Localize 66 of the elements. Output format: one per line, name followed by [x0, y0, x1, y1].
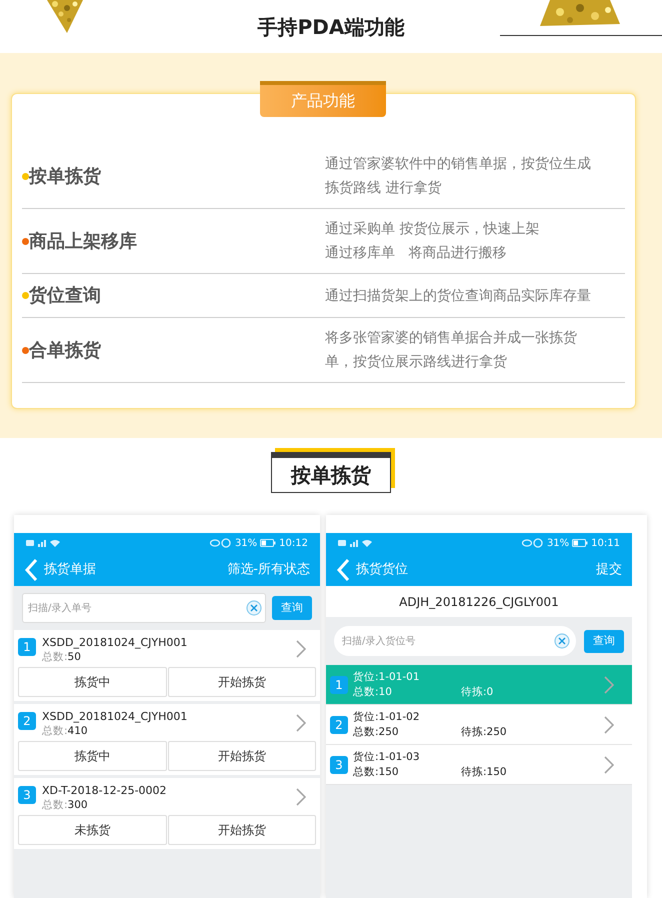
start-picking-button[interactable]: 开始拣货	[168, 667, 316, 697]
status-field: 拣货中	[18, 667, 166, 697]
section-title: 按单拣货	[271, 452, 391, 493]
clear-icon[interactable]	[554, 633, 570, 649]
chevron-right-icon[interactable]	[296, 714, 306, 732]
feature-title: 商品上架移库	[29, 230, 137, 254]
glitter-triangle-drawing	[47, 0, 83, 33]
eye-alarm-icon	[210, 538, 232, 548]
clock-time: 10:12	[279, 536, 308, 550]
total-value: 410	[68, 725, 88, 737]
status-field: 拣货中	[18, 741, 166, 771]
battery-icon	[260, 539, 276, 547]
location-label: 货位:1-01-03	[353, 750, 420, 764]
feature-description: 将多张管家婆的销售单据合并成一张拣货 单，按货位展示路线进行拿货	[325, 329, 578, 372]
battery-icon	[572, 539, 588, 547]
chevron-right-icon[interactable]	[296, 788, 306, 806]
total-label: 总数:	[42, 725, 68, 737]
section-badge: 产品功能	[260, 85, 386, 117]
feature-title: 合单拣货	[29, 338, 101, 362]
total-value: 50	[68, 651, 81, 663]
order-code: XD-T-2018-12-25-0002	[42, 783, 168, 798]
pending-label: 待拣:0	[461, 684, 494, 700]
back-icon[interactable]	[336, 558, 350, 582]
total-label: 总数:	[42, 799, 68, 811]
signal-wifi-icon	[338, 538, 372, 548]
start-picking-button[interactable]: 开始拣货	[168, 815, 316, 845]
index-badge: 1	[18, 638, 36, 656]
pending-label: 待拣:250	[461, 724, 507, 740]
chevron-right-icon[interactable]	[604, 716, 614, 734]
location-label: 货位:1-01-02	[353, 710, 420, 724]
index-badge: 1	[330, 676, 348, 694]
total-label: 总数:250	[353, 724, 400, 740]
battery-percent: 31%	[234, 536, 258, 550]
back-icon[interactable]	[24, 558, 38, 582]
order-code: XSDD_20181024_CJYH001	[42, 635, 188, 650]
pending-label: 待拣:150	[461, 764, 507, 780]
eye-alarm-icon	[522, 538, 544, 548]
page-title: 手持PDA端功能	[258, 16, 404, 36]
clear-icon[interactable]	[246, 600, 262, 616]
index-badge: 3	[18, 786, 36, 804]
index-badge: 2	[330, 716, 348, 734]
feature-title: 货位查询	[29, 284, 101, 308]
chevron-right-icon[interactable]	[296, 640, 306, 658]
feature-description: 通过采购单 按货位展示，快速上架 通过移库单 将商品进行搬移	[325, 220, 540, 263]
total-value: 300	[68, 799, 88, 811]
feature-description: 通过扫描货架上的货位查询商品实际库存量	[325, 286, 592, 306]
start-picking-button[interactable]: 开始拣货	[168, 741, 316, 771]
status-field: 未拣货	[18, 815, 166, 845]
battery-percent: 31%	[546, 536, 570, 550]
screen-title: 拣货货位	[356, 560, 408, 579]
index-badge: 3	[330, 756, 348, 774]
index-badge: 2	[18, 712, 36, 730]
screen-title: 拣货单据	[44, 560, 96, 579]
search-field[interactable]: 扫描/录入单号	[22, 593, 266, 623]
total-label: 总数:	[42, 651, 68, 663]
search-field[interactable]: 扫描/录入货位号	[334, 626, 576, 656]
total-label: 总数:150	[353, 764, 400, 780]
location-label: 货位:1-01-01	[353, 670, 420, 684]
total-label: 总数:10	[353, 684, 393, 700]
chevron-right-icon[interactable]	[604, 756, 614, 774]
feature-title: 按单拣货	[29, 164, 101, 188]
signal-wifi-icon	[26, 538, 60, 548]
order-code: XSDD_20181024_CJYH001	[42, 709, 188, 724]
feature-description: 通过管家婆软件中的销售单据，按货位生成 拣货路线 进行拿货	[325, 155, 592, 198]
clock-time: 10:11	[591, 536, 620, 550]
order-code: ADJH_20181226_CJGLY001	[326, 586, 632, 617]
